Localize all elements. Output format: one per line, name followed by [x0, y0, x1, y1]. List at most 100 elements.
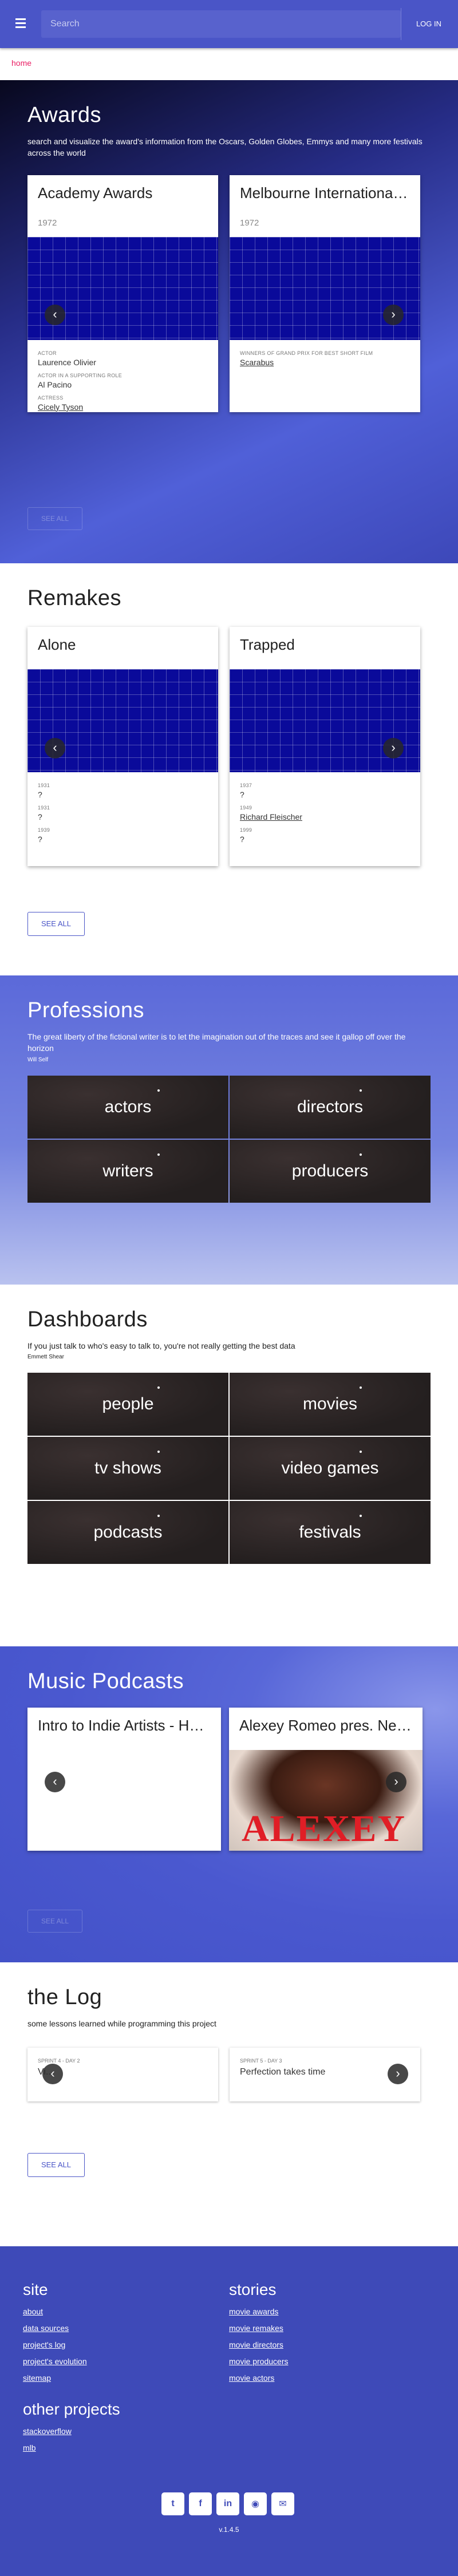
award-card[interactable]: Melbourne International Film Festival 19…	[230, 175, 420, 412]
award-card-year: 1972	[240, 218, 259, 228]
dashboard-tile-festivals[interactable]: festivals	[230, 1501, 431, 1564]
profession-tile-writers[interactable]: writers	[27, 1139, 228, 1203]
log-carousel: SPRINT 4 - DAY 2 Vi... ‹ SPRINT 5 - DAY …	[27, 2048, 431, 2102]
podcast-card[interactable]: Alexey Romeo pres. New Music ALEXEY ›	[229, 1708, 423, 1851]
menu-icon[interactable]	[10, 16, 31, 32]
award-card-title: Academy Awards	[38, 184, 153, 202]
awards-section: Awards search and visualize the award's …	[0, 80, 458, 563]
remake-year: 1999	[240, 827, 252, 833]
dashboard-tile-video-games[interactable]: video games	[230, 1437, 431, 1500]
carousel-next-arrow-icon[interactable]: ›	[383, 738, 404, 758]
tile-label: actors	[104, 1097, 152, 1116]
log-card[interactable]: SPRINT 4 - DAY 2 Vi... ‹	[27, 2048, 218, 2102]
awards-title: Awards	[27, 103, 102, 127]
remakes-carousel: Alone 1931 ? 1931 ? 1939 ? ‹ Trapped 193…	[27, 627, 431, 866]
carousel-next-arrow-icon[interactable]: ›	[388, 2064, 408, 2085]
tile-label: video games	[281, 1459, 379, 1478]
dashboard-tile-people[interactable]: people	[27, 1373, 228, 1436]
podcast-card[interactable]: Intro to Indie Artists - Hard Rock ‹	[27, 1708, 221, 1851]
footer-link[interactable]: project's evolution	[23, 2357, 229, 2366]
award-winner-link[interactable]: Cicely Tyson	[38, 402, 208, 412]
award-winner-link[interactable]: Scarabus	[240, 358, 410, 367]
remake-director: ?	[38, 812, 42, 821]
twitter-icon[interactable]: t	[161, 2492, 184, 2515]
remake-director: ?	[240, 835, 244, 844]
log-card-sprint: SPRINT 5 - DAY 3	[240, 2058, 282, 2064]
tile-label: tv shows	[94, 1459, 161, 1478]
podcast-card-title: Intro to Indie Artists - Hard Rock	[38, 1717, 221, 1734]
award-card-title: Melbourne International Film Festival	[240, 184, 410, 202]
tile-label: movies	[302, 1394, 358, 1414]
footer-link[interactable]: mlb	[23, 2443, 435, 2452]
remake-card[interactable]: Trapped 1937 ? 1949 Richard Fleischer 19…	[230, 627, 420, 866]
email-icon[interactable]: ✉	[271, 2492, 294, 2515]
log-card[interactable]: SPRINT 5 - DAY 3 Perfection takes time ›	[230, 2048, 420, 2102]
footer-link[interactable]: about	[23, 2307, 229, 2316]
tile-label: writers	[102, 1161, 153, 1180]
footer-heading: stories	[229, 2281, 277, 2298]
footer-link[interactable]: movie producers	[229, 2357, 435, 2366]
linkedin-icon[interactable]: in	[216, 2492, 239, 2515]
footer-link[interactable]: project's log	[23, 2340, 229, 2349]
professions-title: Professions	[27, 998, 145, 1022]
footer-link[interactable]: movie directors	[229, 2340, 435, 2349]
github-icon[interactable]: ◉	[244, 2492, 267, 2515]
footer-link[interactable]: sitemap	[23, 2373, 229, 2383]
carousel-prev-arrow-icon[interactable]: ‹	[45, 304, 65, 325]
remakes-section: Remakes Alone 1931 ? 1931 ? 1939 ? ‹ Tra…	[0, 563, 458, 975]
log-see-all-button[interactable]: SEE ALL	[27, 2153, 85, 2178]
footer-link[interactable]: stackoverflow	[23, 2427, 435, 2436]
profession-tile-producers[interactable]: producers	[230, 1139, 431, 1203]
dashboards-quote-author: Emmett Shear	[27, 1354, 64, 1361]
award-winner: Al Pacino	[38, 380, 72, 389]
award-card[interactable]: Academy Awards 1972 ACTOR Laurence Olivi…	[27, 175, 218, 412]
breadcrumb-home-link[interactable]: home	[11, 58, 31, 68]
podcast-cover-text: ALEXEY	[242, 1808, 406, 1850]
footer: site about data sources project's log pr…	[0, 2246, 458, 2576]
footer-heading: other projects	[23, 2400, 120, 2418]
carousel-next-arrow-icon[interactable]: ›	[386, 1772, 406, 1792]
dashboard-tile-tv-shows[interactable]: tv shows	[27, 1437, 228, 1500]
dashboard-tile-podcasts[interactable]: podcasts	[27, 1501, 228, 1564]
music-podcasts-section: Music Podcasts Intro to Indie Artists - …	[0, 1646, 458, 1962]
remake-year: 1939	[38, 827, 50, 833]
profession-tile-directors[interactable]: directors	[230, 1075, 431, 1139]
footer-link[interactable]: movie actors	[229, 2373, 435, 2383]
log-card-title: Perfection takes time	[240, 2067, 326, 2077]
awards-see-all-button[interactable]: SEE ALL	[27, 507, 82, 530]
dashboards-title: Dashboards	[27, 1307, 148, 1332]
facebook-icon[interactable]: f	[189, 2492, 212, 2515]
remake-year: 1931	[38, 783, 50, 788]
footer-other-projects: other projects stackoverflow mlb	[23, 2400, 435, 2452]
carousel-next-arrow-icon[interactable]: ›	[383, 304, 404, 325]
profession-tile-actors[interactable]: actors	[27, 1075, 228, 1139]
top-app-bar: LOG IN	[0, 0, 458, 48]
dashboard-tile-movies[interactable]: movies	[230, 1373, 431, 1436]
search-input[interactable]	[41, 10, 401, 38]
footer-site-column: site about data sources project's log pr…	[23, 2281, 229, 2390]
footer-link[interactable]: movie awards	[229, 2307, 435, 2316]
remakes-see-all-button[interactable]: SEE ALL	[27, 912, 85, 936]
awards-description: search and visualize the award's informa…	[27, 137, 423, 158]
podcasts-title: Music Podcasts	[27, 1669, 184, 1693]
remake-card[interactable]: Alone 1931 ? 1931 ? 1939 ? ‹	[27, 627, 218, 866]
carousel-prev-arrow-icon[interactable]: ‹	[42, 2064, 63, 2085]
login-button[interactable]: LOG IN	[403, 16, 455, 32]
tile-label: directors	[297, 1097, 364, 1116]
carousel-prev-arrow-icon[interactable]: ‹	[45, 1772, 65, 1792]
footer-link[interactable]: data sources	[23, 2324, 229, 2333]
remake-year: 1931	[38, 805, 50, 811]
award-category-label: ACTRESS	[38, 394, 64, 401]
award-category-label: WINNERS OF GRAND PRIX FOR BEST SHORT FIL…	[240, 350, 373, 356]
footer-link[interactable]: movie remakes	[229, 2324, 435, 2333]
remake-card-title: Alone	[38, 636, 76, 653]
podcast-cover-image: ALEXEY	[229, 1750, 423, 1851]
log-description: some lessons learned while programming t…	[27, 2019, 216, 2028]
remake-director: ?	[38, 790, 42, 799]
breadcrumb: home	[0, 48, 458, 80]
carousel-prev-arrow-icon[interactable]: ‹	[45, 738, 65, 758]
log-card-sprint: SPRINT 4 - DAY 2	[38, 2058, 80, 2064]
podcasts-see-all-button[interactable]: SEE ALL	[27, 1910, 82, 1933]
remake-director-link[interactable]: Richard Fleischer	[240, 812, 410, 821]
remake-director: ?	[240, 790, 244, 799]
